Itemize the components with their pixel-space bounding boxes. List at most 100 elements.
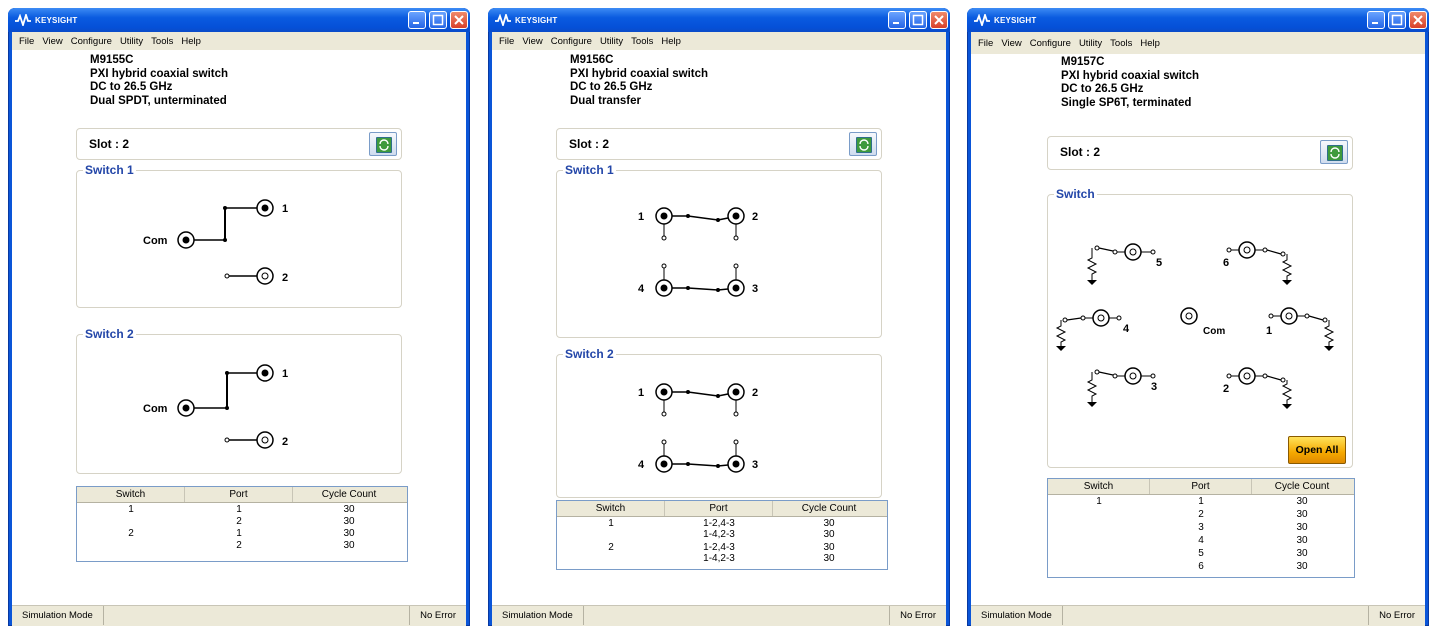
cell-port: 4 [1198,535,1204,546]
status-mode: Simulation Mode [12,606,104,625]
menu-tools[interactable]: Tools [147,36,177,47]
cell-port: 3 [1198,522,1204,533]
title-bar[interactable]: KEYSIGHT [967,8,1429,32]
port-2-label: 2 [282,436,288,448]
cell-switch [1048,549,1150,559]
cell-count: 30 [1296,522,1308,533]
main-panel: M9155C PXI hybrid coaxial switch DC to 2… [12,50,466,606]
port-2-label: 2 [752,387,758,399]
cell-port: 2 [236,540,242,551]
title-bar[interactable]: KEYSIGHT [8,8,470,32]
cell-switch [77,517,185,527]
keysight-logo: KEYSIGHT [14,13,78,27]
menu-view[interactable]: View [997,38,1025,49]
menu-help[interactable]: Help [657,36,685,47]
menu-help[interactable]: Help [177,36,205,47]
cell-switch [557,530,665,540]
cell-count: 30 [1296,548,1308,559]
column-header-cycle-count[interactable]: Cycle Count [293,487,405,502]
close-button[interactable] [450,11,468,29]
menu-file[interactable]: File [974,38,997,49]
keysight-logo: KEYSIGHT [494,13,558,27]
cell-switch [1048,562,1150,572]
cell-switch [557,554,665,564]
close-button[interactable] [1409,11,1427,29]
column-header-switch[interactable]: Switch [557,501,665,516]
switch-2-diagram: 1 2 4 3 [638,383,758,473]
port-2-path: 2 [1223,367,1293,409]
cell-count: 30 [1296,496,1308,507]
menu-configure[interactable]: Configure [547,36,596,47]
keysight-logo-icon [974,14,990,26]
port-6-path: 6 [1223,241,1293,285]
cycle-count-table: Switch Port Cycle Count 1 1-2,4-3 30 1-4… [556,500,888,570]
port-5-label: 5 [1156,257,1162,269]
menu-utility[interactable]: Utility [116,36,147,47]
cycle-count-table: Switch Port Cycle Count 1 1 30 2 30 2 1 [76,486,408,562]
column-header-port[interactable]: Port [665,501,773,516]
cell-switch: 2 [608,542,614,553]
maximize-button[interactable] [429,11,447,29]
minimize-button[interactable] [408,11,426,29]
minimize-button[interactable] [888,11,906,29]
column-header-port[interactable]: Port [1150,479,1252,494]
cell-count: 30 [343,528,355,539]
column-header-cycle-count[interactable]: Cycle Count [773,501,885,516]
client-area: File View Configure Utility Tools Help M… [12,32,466,626]
port-1-label: 1 [282,368,288,380]
cell-switch [1048,536,1150,546]
keysight-logo-icon [495,14,511,26]
menu-tools[interactable]: Tools [1106,38,1136,49]
maximize-button[interactable] [1388,11,1406,29]
status-bar: Simulation Mode No Error [12,605,466,626]
cell-port: 1-2,4-3 [703,518,735,529]
cell-count: 30 [823,542,835,553]
menu-help[interactable]: Help [1136,38,1164,49]
cell-count: 30 [343,516,355,527]
menu-view[interactable]: View [518,36,546,47]
menu-file[interactable]: File [15,36,38,47]
port-4-label: 4 [638,459,645,471]
column-header-port[interactable]: Port [185,487,293,502]
port-1-path: 1 [1266,307,1335,351]
column-header-switch[interactable]: Switch [77,487,185,502]
status-error: No Error [409,606,456,625]
menu-bar: File View Configure Utility Tools Help [971,32,1425,54]
cycle-count-table: Switch Port Cycle Count 1 1 30 2 30 3 30… [1047,478,1355,578]
menu-configure[interactable]: Configure [1026,38,1075,49]
menu-utility[interactable]: Utility [1075,38,1106,49]
client-area: File View Configure Utility Tools Help M… [492,32,946,626]
cell-switch: 2 [128,528,134,539]
port-2-label: 2 [282,272,288,284]
open-all-button[interactable]: Open All [1288,436,1346,464]
minimize-button[interactable] [1367,11,1385,29]
port-6-label: 6 [1223,257,1229,269]
menu-tools[interactable]: Tools [627,36,657,47]
menu-utility[interactable]: Utility [596,36,627,47]
window-m9155c: KEYSIGHT File View Configure Utility Too… [8,8,470,626]
status-error: No Error [889,606,936,625]
keysight-logo-icon [15,14,31,26]
close-button[interactable] [930,11,948,29]
column-header-switch[interactable]: Switch [1048,479,1150,494]
window-m9157c: KEYSIGHT File View Configure Utility Too… [967,8,1429,626]
com-label: Com [143,235,168,247]
menu-configure[interactable]: Configure [67,36,116,47]
cell-switch: 1 [1096,496,1102,507]
cell-switch [1048,523,1150,533]
maximize-button[interactable] [909,11,927,29]
cell-count: 30 [823,518,835,529]
window-m9156c: KEYSIGHT File View Configure Utility Too… [488,8,950,626]
port-4-label: 4 [638,283,645,295]
column-header-cycle-count[interactable]: Cycle Count [1252,479,1352,494]
port-3-label: 3 [1151,381,1157,393]
title-bar[interactable]: KEYSIGHT [488,8,950,32]
menu-file[interactable]: File [495,36,518,47]
menu-view[interactable]: View [38,36,66,47]
cell-switch [1048,510,1150,520]
status-mode: Simulation Mode [492,606,584,625]
cell-port: 1 [236,528,242,539]
cell-count: 30 [1296,561,1308,572]
port-2-label: 2 [752,211,758,223]
status-mode: Simulation Mode [971,606,1063,625]
